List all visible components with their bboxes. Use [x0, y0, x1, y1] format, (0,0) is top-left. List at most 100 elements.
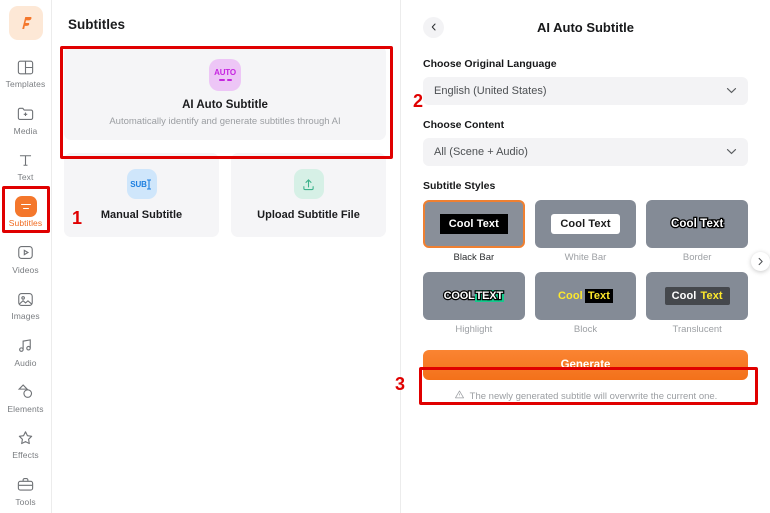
sidebar-item-subtitles[interactable]: Subtitles	[0, 189, 52, 235]
upload-icon	[293, 169, 324, 199]
sidebar-item-templates[interactable]: Templates	[0, 50, 52, 96]
style-thumbnail: Cool Text	[646, 272, 748, 320]
panel-title: AI Auto Subtitle	[536, 19, 634, 35]
style-preview-word-2: TEXT	[474, 289, 504, 303]
sidebar-item-label: Tools	[15, 496, 36, 507]
sidebar-item-label: Images	[11, 311, 40, 322]
style-label: White Bar	[564, 252, 607, 263]
manual-subtitle-title: Manual Subtitle	[100, 209, 183, 221]
styles-label: Subtitle Styles	[423, 180, 496, 192]
logo-f-icon	[21, 16, 31, 29]
sidebar-item-elements[interactable]: Elements	[0, 374, 52, 420]
upload-subtitle-title: Upload Subtitle File	[257, 209, 360, 221]
chevron-down-icon	[726, 147, 737, 158]
text-icon	[15, 149, 37, 171]
subtitle-styles-grid: Cool Text Black Bar Cool Text White Bar …	[423, 200, 748, 335]
style-option-black-bar[interactable]: Cool Text Black Bar	[423, 200, 525, 263]
sidebar-item-label: Text	[17, 172, 34, 183]
style-label: Block	[573, 324, 598, 335]
sub-text-icon: SUB	[126, 169, 157, 199]
app-logo	[8, 6, 43, 40]
style-thumbnail: Cool Text	[646, 200, 748, 248]
style-option-highlight[interactable]: COOLTEXT Highlight	[423, 272, 525, 335]
style-thumbnail: Cool Text	[534, 200, 637, 248]
style-preview-word-1: Cool	[557, 290, 583, 302]
annotation-step-2: 2	[413, 91, 424, 111]
back-button[interactable]	[423, 16, 444, 38]
content-value: All (Scene + Audio)	[434, 146, 528, 158]
style-preview-text: Cool Text	[551, 214, 620, 234]
elements-icon	[15, 381, 37, 403]
style-preview-word-2: Text	[584, 289, 614, 303]
app-window: Templates Media Text Subtitles Videos Im…	[0, 0, 770, 513]
overwrite-note-text: The newly generated subtitle will overwr…	[469, 390, 718, 402]
auto-icon: AUTO	[209, 59, 241, 91]
style-thumbnail: COOLTEXT	[423, 272, 525, 320]
subtitles-panel: Subtitles AUTO AI Auto Subtitle Automati…	[52, 0, 400, 513]
sidebar-item-label: Subtitles	[8, 218, 43, 229]
chevron-left-icon	[431, 23, 436, 31]
style-preview-word-1: Cool	[671, 290, 697, 302]
chevron-down-icon	[726, 86, 737, 97]
style-preview-word-1: COOL	[442, 289, 476, 303]
content-label: Choose Content	[423, 119, 505, 131]
chevron-right-icon	[758, 257, 763, 266]
style-preview-text: Cool Text	[439, 214, 508, 234]
style-option-border[interactable]: Cool Text Border	[646, 200, 748, 263]
sub-icon-label: SUB	[130, 179, 147, 189]
templates-icon	[15, 56, 37, 78]
style-label: Black Bar	[453, 252, 495, 263]
upload-subtitle-card[interactable]: Upload Subtitle File	[231, 153, 386, 237]
left-sidebar: Templates Media Text Subtitles Videos Im…	[0, 0, 52, 513]
language-value: English (United States)	[434, 85, 547, 97]
videos-icon	[15, 242, 37, 264]
sidebar-item-label: Videos	[12, 264, 39, 275]
generate-button[interactable]: Generate	[423, 350, 748, 380]
sidebar-item-label: Effects	[12, 450, 39, 461]
style-option-translucent[interactable]: Cool Text Translucent	[646, 272, 748, 335]
styles-next-button[interactable]	[751, 252, 770, 271]
annotation-step-1: 1	[72, 208, 83, 228]
style-label: Highlight	[455, 324, 493, 335]
sidebar-item-videos[interactable]: Videos	[0, 235, 52, 281]
style-label: Border	[682, 252, 712, 263]
subtitles-icon	[14, 195, 37, 217]
style-preview-text: Cool Text	[664, 287, 730, 305]
warning-triangle-icon	[454, 389, 465, 403]
style-option-white-bar[interactable]: Cool Text White Bar	[534, 200, 637, 263]
sidebar-item-images[interactable]: Images	[0, 281, 52, 327]
sidebar-item-tools[interactable]: Tools	[0, 467, 52, 513]
images-icon	[15, 288, 37, 310]
ai-auto-subtitle-title: AI Auto Subtitle	[182, 99, 268, 111]
sidebar-item-media[interactable]: Media	[0, 96, 52, 142]
sidebar-item-label: Templates	[5, 79, 46, 90]
content-select[interactable]: All (Scene + Audio)	[423, 138, 748, 166]
style-preview-text: Cool Text	[557, 289, 614, 303]
ai-auto-subtitle-card[interactable]: AUTO AI Auto Subtitle Automatically iden…	[64, 46, 386, 140]
style-thumbnail: Cool Text	[534, 272, 637, 320]
style-preview-text: Cool Text	[670, 217, 725, 232]
audio-icon	[15, 335, 37, 357]
style-option-block[interactable]: Cool Text Block	[534, 272, 637, 335]
auto-icon-label: AUTO	[214, 68, 236, 78]
style-preview-word-2: Text	[700, 290, 723, 302]
sidebar-item-label: Audio	[14, 357, 37, 368]
sidebar-item-audio[interactable]: Audio	[0, 328, 52, 374]
subtitle-options-row: SUB Manual Subtitle Upload Subtitle File	[64, 153, 386, 237]
ai-auto-subtitle-description: Automatically identify and generate subt…	[109, 116, 341, 127]
effects-icon	[15, 427, 37, 449]
language-select[interactable]: English (United States)	[423, 77, 748, 105]
sidebar-item-label: Media	[13, 125, 38, 136]
overwrite-note: The newly generated subtitle will overwr…	[423, 389, 748, 403]
panel-header: AI Auto Subtitle	[423, 10, 748, 44]
sidebar-item-text[interactable]: Text	[0, 142, 52, 188]
sidebar-item-label: Elements	[7, 403, 44, 414]
manual-subtitle-card[interactable]: SUB Manual Subtitle	[64, 153, 219, 237]
sidebar-item-effects[interactable]: Effects	[0, 420, 52, 466]
style-preview-text: COOLTEXT	[442, 289, 504, 303]
style-label: Translucent	[672, 324, 722, 335]
annotation-step-3: 3	[395, 374, 406, 394]
style-thumbnail: Cool Text	[423, 200, 525, 248]
tools-icon	[15, 474, 37, 496]
media-icon	[15, 103, 37, 125]
